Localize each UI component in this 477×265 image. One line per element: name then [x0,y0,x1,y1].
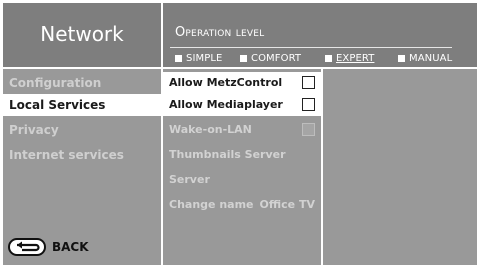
option-label: Thumbnails Server [169,148,286,161]
network-settings-screen: Network Operation level SIMPLE COMFORT E… [0,0,477,265]
mode-indicator-icon [175,55,182,62]
mode-label: MANUAL [409,53,453,64]
mode-expert[interactable]: EXPERT [325,53,374,64]
mode-label: COMFORT [251,53,302,64]
mode-manual[interactable]: MANUAL [398,53,452,64]
mode-comfort[interactable]: COMFORT [240,53,301,64]
option-allow-metzcontrol[interactable]: Allow MetzControl [163,72,321,94]
option-wake-on-lan: Wake-on-LAN [163,119,321,141]
back-label: BACK [52,240,89,254]
mode-label: EXPERT [336,53,375,64]
allow-mediaplayer-checkbox[interactable] [302,98,315,111]
back-button[interactable]: BACK [8,238,89,256]
mode-indicator-icon [398,55,405,62]
sidebar-item-local-services[interactable]: Local Services [3,94,161,116]
mode-indicator-icon [240,55,247,62]
option-label: Change name [169,198,254,211]
option-server: Server [163,169,321,191]
operation-level-divider [170,47,452,48]
wake-on-lan-checkbox [302,123,315,136]
option-label: Server [169,173,210,186]
sidebar-item-internet-services[interactable]: Internet services [3,144,161,166]
sidebar-item-privacy[interactable]: Privacy [3,119,161,141]
sidebar-item-configuration[interactable]: Configuration [3,72,161,94]
mode-label: SIMPLE [186,53,223,64]
operation-level-label: Operation level [175,25,265,40]
page-title: Network [40,22,124,46]
allow-metzcontrol-checkbox[interactable] [302,76,315,89]
back-arrow-icon [8,238,46,256]
option-label: Allow Mediaplayer [169,98,283,111]
mode-simple[interactable]: SIMPLE [175,53,222,64]
option-thumbnails-server: Thumbnails Server [163,144,321,166]
option-allow-mediaplayer[interactable]: Allow Mediaplayer [163,94,321,116]
mode-indicator-icon [325,55,332,62]
device-name-value: Office TV [259,198,315,211]
option-change-name: Change name Office TV [163,194,321,216]
option-label: Wake-on-LAN [169,123,252,136]
info-panel [323,69,477,265]
option-label: Allow MetzControl [169,76,283,89]
